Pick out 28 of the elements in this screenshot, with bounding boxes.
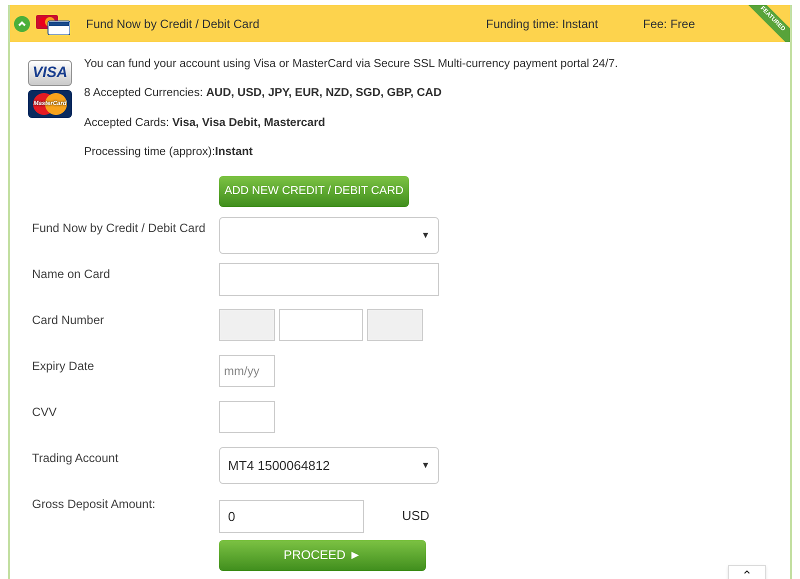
- select-field[interactable]: ▼: [219, 217, 439, 254]
- input-field[interactable]: [219, 401, 275, 433]
- collapse-icon[interactable]: [14, 16, 30, 32]
- field-label: Name on Card: [32, 266, 112, 283]
- info-text: Accepted Cards: Visa, Visa Debit, Mastercard: [84, 116, 326, 130]
- select-field[interactable]: MT4 1500064812 ▼: [219, 447, 439, 484]
- info-text: You can fund your account using Visa or MasterCard via Secure SSL Multi-currency payment portal 24/7.: [84, 57, 618, 72]
- scroll-top-button[interactable]: ⌃: [728, 565, 766, 579]
- field-label: Expiry Date: [32, 358, 96, 375]
- info-text: 8 Accepted Currencies: AUD, USD, JPY, EUR, NZD, SGD, GBP, CAD: [84, 86, 443, 102]
- cards-icon: [36, 12, 70, 34]
- funding-time: Funding time: Instant: [486, 16, 600, 32]
- input-field[interactable]: 0: [219, 500, 364, 532]
- input-field[interactable]: [219, 263, 439, 296]
- field-label: Fund Now by Credit / Debit Card: [32, 220, 206, 237]
- field-label: Card Number: [32, 312, 106, 329]
- currency-label: USD: [402, 507, 430, 526]
- field-label: Gross Deposit Amount:: [32, 496, 156, 513]
- field-label: Trading Account: [32, 450, 120, 467]
- input-field[interactable]: [279, 309, 363, 341]
- info-text: Processing time (approx):Instant: [84, 144, 254, 160]
- visa-logo: VISA: [28, 60, 72, 86]
- input-field[interactable]: mm/yy: [219, 355, 275, 387]
- fee-text: Fee: Free: [643, 16, 696, 32]
- panel-title: Fund Now by Credit / Debit Card: [86, 16, 260, 32]
- field-label: CVV: [32, 404, 58, 421]
- input-field[interactable]: [219, 309, 275, 341]
- input-field[interactable]: [367, 309, 423, 341]
